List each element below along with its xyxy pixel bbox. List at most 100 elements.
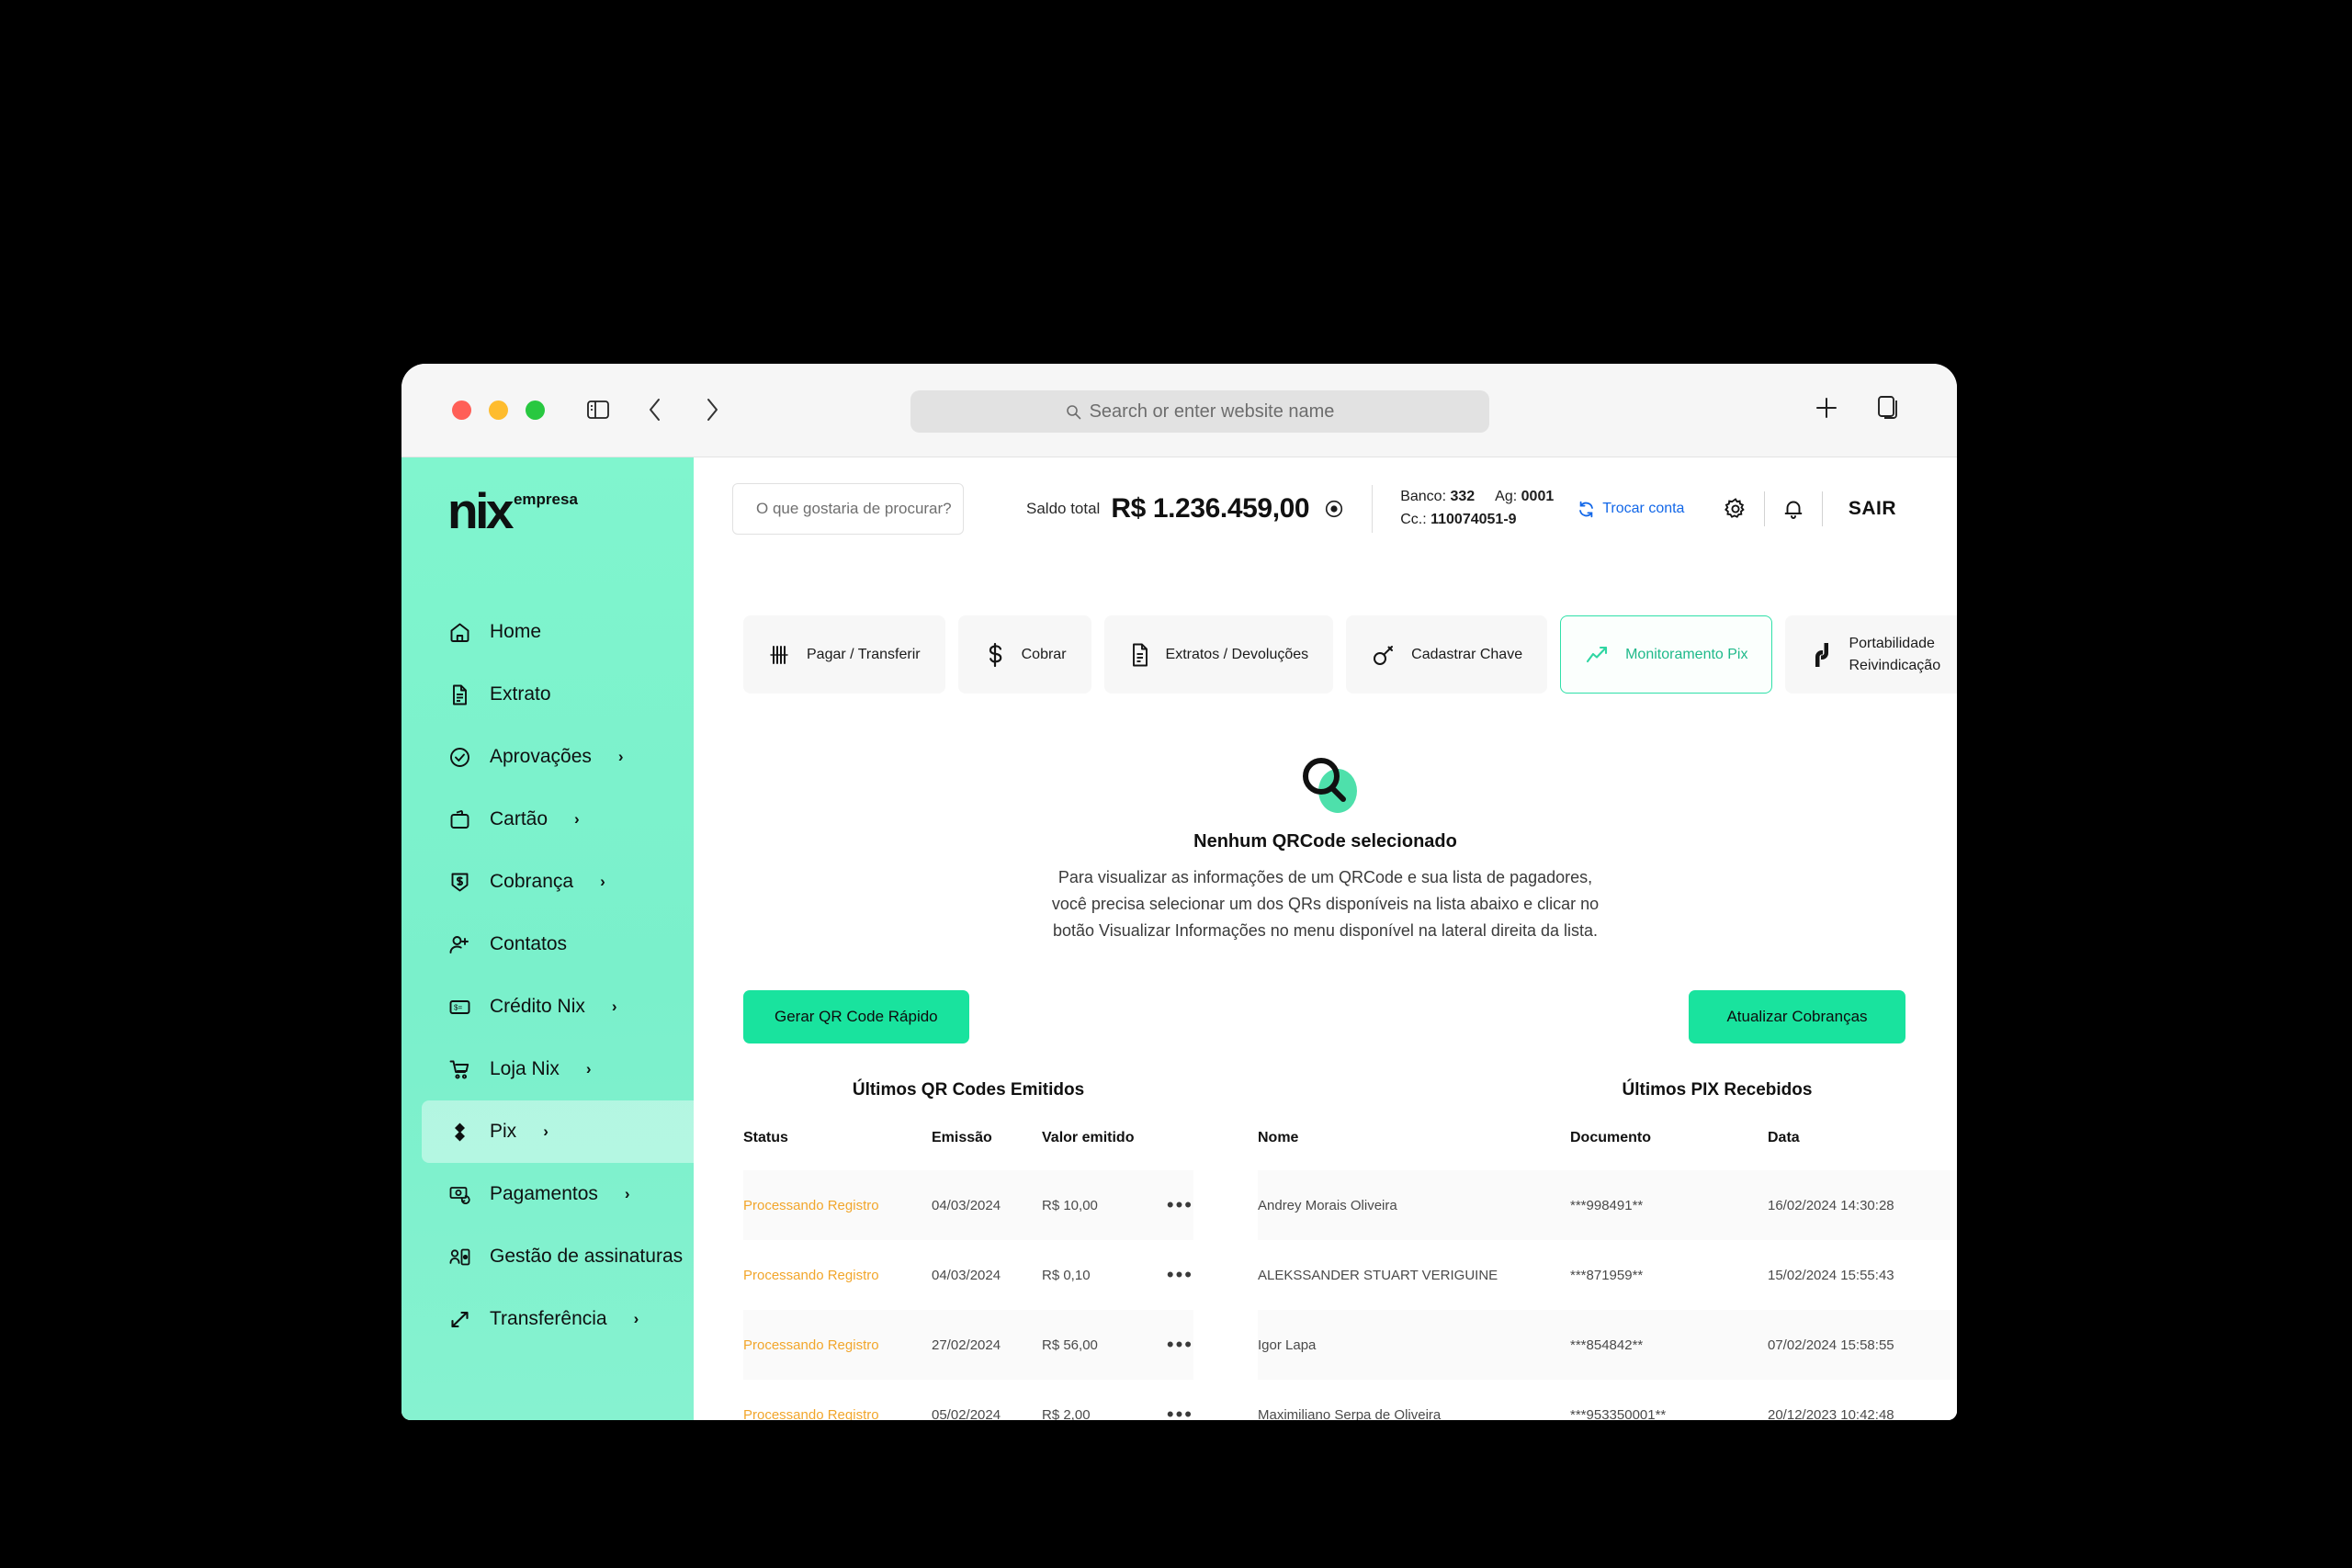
sidebar-item-extrato[interactable]: Extrato xyxy=(401,663,694,726)
sidebar-item-home[interactable]: Home xyxy=(401,601,694,663)
sidebar-item-label: Extrato xyxy=(490,683,551,705)
address-bar[interactable]: Search or enter website name xyxy=(910,390,1489,433)
address-bar-placeholder: Search or enter website name xyxy=(1089,400,1335,422)
cell-status: Processando Registro xyxy=(743,1197,879,1213)
column-header-documento[interactable]: Documento xyxy=(1570,1130,1768,1170)
tab-pagar-transferir[interactable]: Pagar / Transferir xyxy=(743,615,945,694)
cell-status: Processando Registro xyxy=(743,1267,879,1283)
empty-state: Nenhum QRCode selecionado Para visualiza… xyxy=(694,754,1957,944)
cell-nome: Maximiliano Serpa de Oliveira xyxy=(1258,1406,1442,1420)
chevron-right-icon: › xyxy=(611,998,617,1016)
table-row[interactable]: Maximiliano Serpa de Oliveira ***9533500… xyxy=(1258,1380,1957,1420)
notifications-button[interactable] xyxy=(1765,497,1822,521)
row-menu-button[interactable]: ••• xyxy=(1146,1380,1193,1420)
chevron-right-icon: › xyxy=(617,748,624,766)
table-row[interactable]: Andrey Morais Oliveira ***998491** 16/02… xyxy=(1258,1170,1957,1241)
tab-extratos-devolucoes[interactable]: Extratos / Devoluções xyxy=(1103,615,1334,694)
document-icon xyxy=(447,682,471,706)
sidebar-item-label: Aprovações xyxy=(490,746,592,768)
sidebar-item-pix[interactable]: Pix › xyxy=(422,1100,694,1164)
screen: Search or enter website name nix empresa… xyxy=(0,0,2352,1568)
forward-button[interactable] xyxy=(695,393,729,426)
balance-value: R$ 1.236.459,00 xyxy=(1111,493,1310,524)
logout-button[interactable]: SAIR xyxy=(1823,498,1917,520)
sidebar-item-loja-nix[interactable]: Loja Nix › xyxy=(401,1038,694,1100)
column-header-nome[interactable]: Nome xyxy=(1258,1130,1570,1170)
table-header-row: Nome Documento Data Valor emitido xyxy=(1258,1130,1957,1170)
table-row[interactable]: ALEKSSANDER STUART VERIGUINE ***871959**… xyxy=(1258,1240,1957,1310)
sidebar-item-pagamentos[interactable]: Pagamentos › xyxy=(401,1163,694,1225)
table-row[interactable]: Processando Registro 05/02/2024 R$ 2,00 … xyxy=(743,1380,1193,1420)
sidebar-item-cobranca[interactable]: Cobrança › xyxy=(401,851,694,913)
table-row[interactable]: Igor Lapa ***854842** 07/02/2024 15:58:5… xyxy=(1258,1310,1957,1381)
account-block: Banco: 332 Ag: 0001 Cc.: 110074051-9 Tro… xyxy=(1400,486,1684,532)
cell-emissao: 04/03/2024 xyxy=(932,1267,1001,1283)
empty-state-title: Nenhum QRCode selecionado xyxy=(1193,831,1457,852)
close-window-button[interactable] xyxy=(452,400,471,420)
empty-state-line-2: você precisa selecionar um dos QRs dispo… xyxy=(1051,895,1600,914)
column-header-status[interactable]: Status xyxy=(743,1130,932,1170)
chevron-right-icon: › xyxy=(585,1060,592,1078)
update-charges-button[interactable]: Atualizar Cobranças xyxy=(1689,990,1905,1044)
tab-label: Cadastrar Chave xyxy=(1411,646,1523,662)
bank-info: Banco: 332 xyxy=(1400,489,1476,505)
sidebar-item-gestao-assinaturas[interactable]: Gestão de assinaturas › xyxy=(401,1225,715,1288)
new-tab-button[interactable] xyxy=(1810,391,1843,424)
cell-status: Processando Registro xyxy=(743,1406,879,1420)
eye-toggle-icon[interactable] xyxy=(1324,499,1344,519)
account-info: Cc.: 110074051-9 xyxy=(1400,512,1517,527)
cell-valor: R$ 0,10 xyxy=(1042,1267,1091,1283)
empty-state-line-3: botão Visualizar Informações no menu dis… xyxy=(1052,921,1598,941)
column-header-valor[interactable]: Valor emitido xyxy=(1042,1130,1146,1170)
tab-overview-button[interactable] xyxy=(1872,391,1905,424)
table-pix-title: Últimos PIX Recebidos xyxy=(1622,1080,1813,1100)
row-menu-button[interactable]: ••• xyxy=(1146,1170,1193,1240)
brand-logo[interactable]: nix empresa xyxy=(401,478,694,536)
sidebar-item-credito-nix[interactable]: $= Crédito Nix › xyxy=(401,976,694,1038)
row-menu-button[interactable]: ••• xyxy=(1146,1240,1193,1310)
back-button[interactable] xyxy=(639,393,672,426)
tab-portabilidade-reivindicacao[interactable]: Portabilidade Reivindicação xyxy=(1785,615,1957,694)
app-topbar: O que gostaria de procurar? Saldo total … xyxy=(694,457,1957,560)
tab-cadastrar-chave[interactable]: Cadastrar Chave xyxy=(1346,615,1548,694)
tab-label: Monitoramento Pix xyxy=(1625,646,1748,662)
action-buttons: Gerar QR Code Rápido Atualizar Cobranças xyxy=(694,944,1957,1044)
wallet-icon xyxy=(447,807,471,831)
barcode-icon xyxy=(770,645,788,664)
browser-chrome: Search or enter website name xyxy=(401,364,1957,457)
sidebar-item-label: Crédito Nix xyxy=(490,996,585,1018)
tab-monitoramento-pix[interactable]: Monitoramento Pix xyxy=(1560,615,1773,694)
minimize-window-button[interactable] xyxy=(489,400,508,420)
browser-window: Search or enter website name nix empresa… xyxy=(401,364,1957,1420)
tab-cobrar[interactable]: Cobrar xyxy=(957,615,1091,694)
sidebar-item-cartao[interactable]: Cartão › xyxy=(401,788,694,851)
column-header-emissao[interactable]: Emissão xyxy=(932,1130,1042,1170)
tables-section: Últimos QR Codes Emitidos Status Emissão… xyxy=(694,1080,1957,1420)
cell-nome: ALEKSSANDER STUART VERIGUINE xyxy=(1258,1267,1498,1283)
app-root: nix empresa Home Extrato Aprovações › Ca… xyxy=(401,457,1957,1420)
row-menu-button[interactable]: ••• xyxy=(1146,1310,1193,1380)
chevron-right-icon: › xyxy=(633,1310,639,1328)
maximize-window-button[interactable] xyxy=(526,400,545,420)
cell-data: 07/02/2024 15:58:55 xyxy=(1768,1337,1894,1353)
column-header-data[interactable]: Data xyxy=(1768,1130,1957,1170)
settings-button[interactable] xyxy=(1707,496,1764,522)
table-row[interactable]: Processando Registro 04/03/2024 R$ 10,00… xyxy=(743,1170,1193,1241)
table-row[interactable]: Processando Registro 04/03/2024 R$ 0,10 … xyxy=(743,1240,1193,1310)
pix-diamond-icon xyxy=(447,1120,471,1144)
search-placeholder: O que gostaria de procurar? xyxy=(756,500,952,517)
cell-status: Processando Registro xyxy=(743,1337,879,1353)
switch-account-button[interactable]: Trocar conta xyxy=(1577,501,1684,518)
sidebar-item-contatos[interactable]: Contatos xyxy=(401,913,694,976)
search-icon xyxy=(1066,404,1080,419)
main-content: O que gostaria de procurar? Saldo total … xyxy=(694,457,1957,1420)
search-input[interactable]: O que gostaria de procurar? xyxy=(732,483,964,535)
sidebar-item-label: Pagamentos xyxy=(490,1183,598,1205)
table-row[interactable]: Processando Registro 27/02/2024 R$ 56,00… xyxy=(743,1310,1193,1381)
sidebar-item-aprovacoes[interactable]: Aprovações › xyxy=(401,726,694,788)
panel-toggle-icon[interactable] xyxy=(582,393,615,426)
chevron-right-icon: › xyxy=(543,1122,548,1141)
sidebar-item-transferencia[interactable]: Transferência › xyxy=(401,1288,694,1350)
divider xyxy=(1372,485,1374,533)
generate-qr-button[interactable]: Gerar QR Code Rápido xyxy=(743,990,969,1044)
